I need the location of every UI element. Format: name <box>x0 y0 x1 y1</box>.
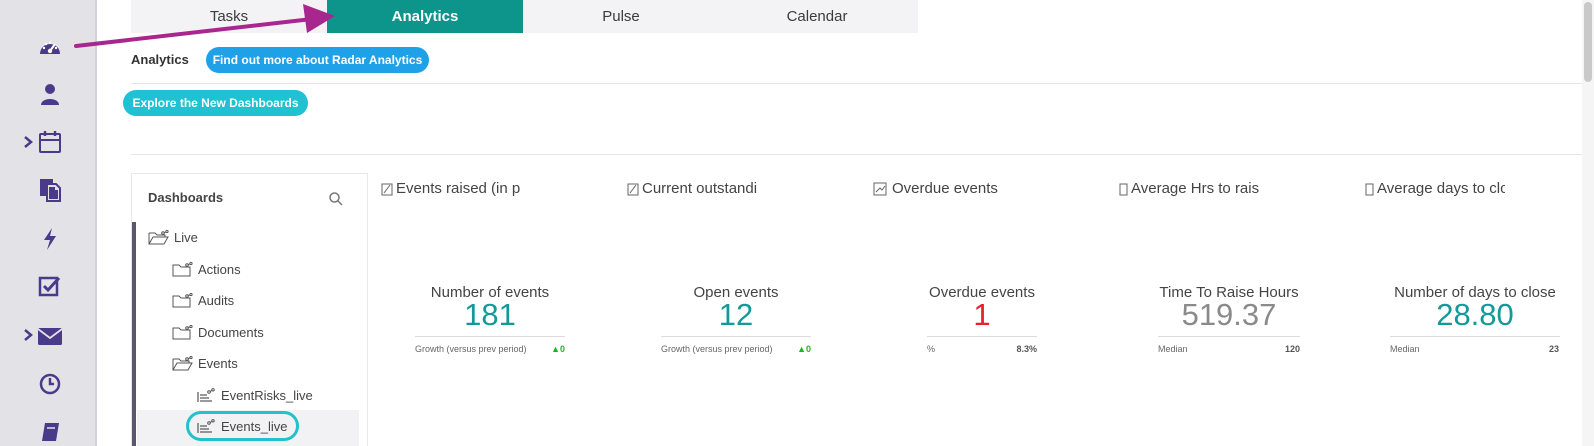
dashboard-list-icon <box>197 387 215 402</box>
tree-label: Live <box>174 229 198 245</box>
widget-title: Events raised (in p <box>381 180 521 197</box>
tab-calendar[interactable]: Calendar <box>719 0 915 33</box>
widget-value: 12 <box>718 297 754 332</box>
edit-widget-icon[interactable] <box>1119 182 1128 196</box>
dashboard-list-icon <box>197 418 215 433</box>
icon-sidebar <box>0 0 97 446</box>
content-divider <box>131 154 1582 155</box>
tab-bar: Tasks Analytics Pulse Calendar <box>131 0 918 33</box>
folder-open-icon <box>148 229 169 244</box>
dashboards-header: Dashboards <box>148 190 224 205</box>
widget-divider <box>1158 336 1300 337</box>
widget-divider <box>415 336 565 337</box>
widget-footer-value: 120 <box>1284 344 1300 354</box>
widget-footer-label: Median <box>1390 344 1420 354</box>
tree-folder-events[interactable]: Events <box>172 353 238 373</box>
clock-icon[interactable] <box>36 370 64 398</box>
widget-footer-label: Median <box>1158 344 1188 354</box>
widget-title: Overdue events <box>873 180 1013 197</box>
scrollbar-thumb[interactable] <box>1584 2 1592 82</box>
tree-indent-bar <box>132 222 136 446</box>
widget-divider <box>927 336 1037 337</box>
edit-widget-icon[interactable] <box>1365 182 1374 196</box>
user-icon[interactable] <box>36 80 64 108</box>
tree-label: Audits <box>198 292 235 308</box>
widget-footer-value: 8.3% <box>1016 344 1037 354</box>
widget-title: Average Hrs to rais <box>1119 180 1259 197</box>
dashboards-panel: Dashboards Live Actions Audits Documents… <box>131 173 368 446</box>
tree-dashboard-eventrisks-live[interactable]: EventRisks_live <box>196 385 313 405</box>
widget-title: Average days to clc <box>1365 180 1505 197</box>
explore-dashboards-button[interactable]: Explore the New Dashboards <box>123 90 308 116</box>
widget-footer-value: ▲0 <box>797 344 811 354</box>
folder-icon <box>172 324 193 339</box>
edit-widget-icon[interactable] <box>627 182 639 196</box>
search-icon[interactable] <box>328 191 344 207</box>
tree-label: Events_live <box>221 418 288 434</box>
task-checkbox-icon[interactable] <box>36 272 64 300</box>
chart-widget-icon[interactable] <box>873 182 889 196</box>
widget-footer-value: 23 <box>1548 344 1559 354</box>
book-icon[interactable] <box>36 418 64 446</box>
tree-label: Events <box>198 355 238 371</box>
documents-icon[interactable] <box>36 176 64 204</box>
folder-icon <box>172 292 193 307</box>
folder-icon <box>172 261 193 276</box>
sidebar-divider <box>95 0 97 446</box>
widget-footer-label: Growth (versus prev period) <box>415 344 527 354</box>
folder-open-icon <box>172 355 193 370</box>
dashboard-gauge-icon[interactable] <box>36 33 64 61</box>
widget-footer-value: ▲0 <box>551 344 565 354</box>
widget-value: 1 <box>973 297 991 332</box>
widget-footer-label: % <box>927 344 936 354</box>
widget-value: 28.80 <box>1436 297 1514 332</box>
widget-divider <box>661 336 811 337</box>
tree-folder-audits[interactable]: Audits <box>172 290 234 310</box>
widget-value: 519.37 <box>1181 297 1277 332</box>
section-label: Analytics <box>131 52 189 67</box>
tree-folder-documents[interactable]: Documents <box>172 322 264 342</box>
widget-footer-label: Growth (versus prev period) <box>661 344 773 354</box>
chevron-right-icon[interactable] <box>22 328 34 342</box>
tab-analytics[interactable]: Analytics <box>327 0 523 33</box>
mail-icon[interactable] <box>36 322 64 350</box>
lightning-icon[interactable] <box>36 225 64 253</box>
calendar-icon[interactable] <box>36 128 64 156</box>
find-out-more-button[interactable]: Find out more about Radar Analytics <box>206 47 429 73</box>
header-divider <box>131 83 1582 84</box>
tree-folder-actions[interactable]: Actions <box>172 259 241 279</box>
tab-pulse[interactable]: Pulse <box>523 0 719 33</box>
tree-label: Actions <box>198 261 241 277</box>
tab-tasks[interactable]: Tasks <box>131 0 327 33</box>
tree-folder-live[interactable]: Live <box>148 227 198 247</box>
widget-value: 181 <box>464 297 516 332</box>
chevron-right-icon[interactable] <box>22 135 34 149</box>
widget-divider <box>1390 336 1560 337</box>
tree-label: Documents <box>198 324 264 340</box>
widget-title: Current outstandi <box>627 180 767 197</box>
edit-widget-icon[interactable] <box>381 182 393 196</box>
tree-dashboard-events-live[interactable]: Events_live <box>196 416 287 436</box>
tree-label: EventRisks_live <box>221 387 313 403</box>
